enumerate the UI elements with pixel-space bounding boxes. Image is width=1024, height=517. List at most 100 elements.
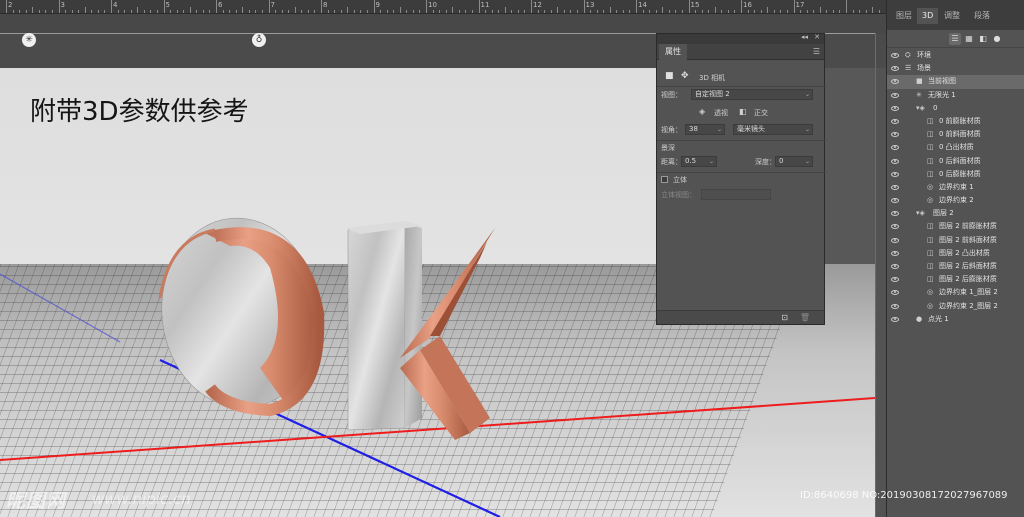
scene-tree-item[interactable]: ◎ 边界约束 1 xyxy=(887,181,1024,194)
scene-tree-item[interactable]: ◫ 0 后膨胀材质 xyxy=(887,168,1024,181)
depth-input[interactable]: 0 ⌄ xyxy=(775,156,813,167)
tab-layers[interactable]: 图层 xyxy=(891,8,917,24)
ruler-minor-tick xyxy=(780,10,782,13)
orthographic-button[interactable]: 正交 xyxy=(754,108,768,118)
render-icon[interactable]: ⊡ xyxy=(781,313,788,322)
visibility-eye-icon[interactable] xyxy=(891,198,899,204)
tree-node-label: 图层 2 后斜面材质 xyxy=(939,262,997,270)
trash-icon[interactable]: 🗑 xyxy=(800,313,810,322)
scene-filter-icon[interactable]: ☰ xyxy=(949,33,961,45)
scene-tree-item[interactable]: ◫ 0 前膨胀材质 xyxy=(887,115,1024,128)
ruler-minor-tick xyxy=(485,10,487,13)
light-icon[interactable]: ✳ xyxy=(22,33,36,47)
ruler-minor-tick xyxy=(307,10,309,13)
ruler-minor-tick xyxy=(399,7,401,13)
fov-input[interactable]: 38 ⌄ xyxy=(685,124,725,135)
scene-tree-item[interactable]: ☰ 场景 xyxy=(887,62,1024,75)
ruler-minor-tick xyxy=(786,10,788,13)
visibility-eye-icon[interactable] xyxy=(891,171,899,177)
point-light-icon[interactable]: ♁ xyxy=(252,33,266,47)
scene-tree-item[interactable]: ▾◈ 0 xyxy=(887,102,1024,115)
tree-node-icon: ◫ xyxy=(927,169,934,178)
menu-icon[interactable]: ☰ xyxy=(813,47,820,56)
visibility-eye-icon[interactable] xyxy=(891,237,899,243)
ruler-minor-tick xyxy=(727,10,729,13)
scene-tree-item[interactable]: ⛭ 环境 xyxy=(887,49,1024,62)
visibility-eye-icon[interactable] xyxy=(891,158,899,164)
perspective-icon[interactable]: ◈ xyxy=(699,107,705,116)
visibility-eye-icon[interactable] xyxy=(891,132,899,138)
visibility-eye-icon[interactable] xyxy=(891,277,899,283)
perspective-button[interactable]: 透视 xyxy=(714,108,728,118)
visibility-eye-icon[interactable] xyxy=(891,53,899,58)
scene-tree-item[interactable]: ◫ 0 前斜面材质 xyxy=(887,128,1024,141)
scene-tree-item[interactable]: ◎ 边界约束 1_图层 2 xyxy=(887,286,1024,299)
ruler-minor-tick xyxy=(662,7,664,13)
visibility-eye-icon[interactable] xyxy=(891,303,899,309)
visibility-eye-icon[interactable] xyxy=(891,250,899,256)
distance-input[interactable]: 0.5 ⌄ xyxy=(681,156,717,167)
ruler-minor-tick xyxy=(537,10,539,13)
tree-node-icon: ◎ xyxy=(927,288,934,297)
visibility-eye-icon[interactable] xyxy=(891,66,899,72)
ruler-minor-tick xyxy=(432,10,434,13)
camera-header: ■ ✥ 3D 相机 xyxy=(657,70,826,86)
visibility-eye-icon[interactable] xyxy=(891,79,899,85)
visibility-eye-icon[interactable] xyxy=(891,264,899,269)
scene-tree-item[interactable]: ◫ 图层 2 凸出材质 xyxy=(887,247,1024,260)
tab-properties[interactable]: 属性 xyxy=(659,44,687,60)
view-select[interactable]: 自定视图 2 ⌄ xyxy=(691,89,813,100)
scene-tree-item[interactable]: ◎ 边界约束 2_图层 2 xyxy=(887,300,1024,313)
stereo-checkbox[interactable] xyxy=(661,176,668,183)
light-filter-icon[interactable]: ● xyxy=(991,33,1003,45)
mesh-icon[interactable]: ✥ xyxy=(681,71,689,81)
ruler-number: 2 xyxy=(8,1,13,9)
mesh-filter-icon[interactable]: ▦ xyxy=(963,33,975,45)
ruler-number: 14 xyxy=(638,1,647,9)
material-filter-icon[interactable]: ◧ xyxy=(977,33,989,45)
orthographic-icon[interactable]: ◧ xyxy=(739,107,747,116)
visibility-eye-icon[interactable] xyxy=(891,92,899,98)
visibility-eye-icon[interactable] xyxy=(891,316,899,322)
scene-tree-item[interactable]: ◫ 图层 2 前膨胀材质 xyxy=(887,220,1024,233)
tree-node-label: 0 前斜面材质 xyxy=(939,130,981,139)
scene-tree-item[interactable]: ◫ 图层 2 后膨胀材质 xyxy=(887,273,1024,286)
scene-tree-item[interactable]: ■ 当前视图 xyxy=(887,75,1024,89)
collapse-icon[interactable]: ◂◂ xyxy=(801,33,808,41)
scene-tree-item[interactable]: ◫ 0 后斜面材质 xyxy=(887,155,1024,168)
scene-tree-item[interactable]: ◫ 图层 2 后斜面材质 xyxy=(887,260,1024,273)
visibility-eye-icon[interactable] xyxy=(891,211,899,217)
ruler-minor-tick xyxy=(327,10,329,13)
visibility-eye-icon[interactable] xyxy=(891,184,899,190)
scene-tree-item[interactable]: ◎ 边界约束 2 xyxy=(887,194,1024,207)
ruler-minor-tick xyxy=(452,7,454,13)
camera-icon[interactable]: ■ xyxy=(665,71,674,81)
visibility-eye-icon[interactable] xyxy=(891,105,899,111)
ruler-number: 15 xyxy=(690,1,700,9)
fov-unit-select[interactable]: 毫米镜头 ⌄ xyxy=(733,124,813,135)
close-icon[interactable]: ✕ xyxy=(814,33,820,41)
ruler-minor-tick xyxy=(504,7,506,13)
view-label: 视图： xyxy=(661,91,682,99)
scene-tree-item[interactable]: ◫ 图层 2 前斜面材质 xyxy=(887,234,1024,247)
scene-tree-item[interactable]: ◫ 0 凸出材质 xyxy=(887,141,1024,154)
ruler-number: 9 xyxy=(375,1,380,9)
ruler-minor-tick xyxy=(813,10,815,13)
panel-titlebar[interactable]: ◂◂ ✕ xyxy=(657,33,824,44)
tab-adjustments[interactable]: 调整 xyxy=(939,8,965,24)
ruler-minor-tick xyxy=(209,10,211,13)
visibility-eye-icon[interactable] xyxy=(891,145,899,151)
tree-node-icon: ◫ xyxy=(927,248,934,257)
visibility-eye-icon[interactable] xyxy=(891,224,899,230)
visibility-eye-icon[interactable] xyxy=(891,118,899,124)
visibility-eye-icon[interactable] xyxy=(891,290,899,296)
scene-tree-item[interactable]: ● 点光 1 xyxy=(887,313,1024,326)
ruler-major-tick xyxy=(426,0,427,13)
tab-paragraph[interactable]: 段落 xyxy=(969,8,995,24)
scene-tree-item[interactable]: ▾◈ 图层 2 xyxy=(887,207,1024,220)
scene-tree-item[interactable]: ✳ 无限光 1 xyxy=(887,89,1024,102)
ruler-minor-tick xyxy=(117,10,119,13)
ruler-minor-tick xyxy=(859,10,861,13)
ruler-minor-tick xyxy=(380,10,382,13)
tab-3d[interactable]: 3D xyxy=(917,8,939,24)
